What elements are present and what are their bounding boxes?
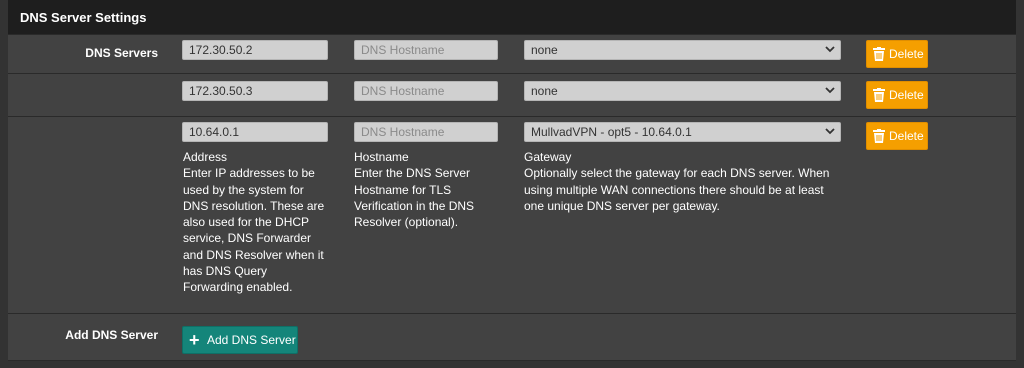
trash-icon: [873, 88, 885, 102]
dns-address-input[interactable]: 172.30.50.2: [182, 40, 328, 60]
panel-title: DNS Server Settings: [20, 10, 147, 25]
trash-icon: [873, 47, 885, 61]
delete-button[interactable]: Delete: [866, 122, 928, 150]
gateway-help-title: Gateway: [524, 150, 572, 164]
dns-hostname-input[interactable]: DNS Hostname: [354, 40, 498, 60]
address-help-line: also used for the DHCP: [183, 215, 310, 230]
hostname-help-line: Verification in the DNS: [354, 198, 475, 213]
chevron-down-icon: [825, 87, 835, 94]
hostname-help-line: Hostname for TLS: [354, 182, 452, 197]
dns-hostname-input[interactable]: DNS Hostname: [354, 81, 498, 101]
address-help-line: Forwarding enabled.: [183, 280, 293, 295]
address-help-line: service, DNS Forwarder: [183, 231, 312, 246]
delete-button[interactable]: Delete: [866, 40, 928, 68]
panel-header: DNS Server Settings: [8, 0, 1016, 35]
dns-server-row: DNS Servers: [8, 34, 1016, 74]
trash-icon: [873, 129, 885, 143]
address-help-title: Address: [183, 150, 228, 164]
gateway-help-line: Optionally select the gateway for each D…: [524, 166, 830, 181]
dns-servers-label: DNS Servers: [85, 46, 158, 60]
address-help: Address Enter IP addresses to be used by…: [183, 149, 343, 296]
add-dns-server-row: Add DNS Server: [8, 313, 1016, 361]
gateway-select[interactable]: none: [524, 40, 841, 60]
delete-button-label: Delete: [889, 129, 924, 143]
chevron-down-icon: [825, 128, 835, 135]
add-dns-server-label: Add DNS Server: [65, 328, 158, 342]
gateway-select[interactable]: MullvadVPN - opt5 - 10.64.0.1: [524, 122, 841, 142]
delete-button[interactable]: Delete: [866, 81, 928, 109]
hostname-help-line: Resolver (optional).: [354, 215, 459, 230]
gateway-select[interactable]: none: [524, 81, 841, 101]
dns-hostname-input[interactable]: DNS Hostname: [354, 122, 498, 142]
delete-button-label: Delete: [889, 47, 924, 61]
gateway-help-line: using multiple WAN connections there sho…: [524, 182, 824, 197]
add-dns-server-button[interactable]: + Add DNS Server: [182, 326, 298, 354]
address-help-line: and DNS Resolver when it: [183, 247, 324, 262]
address-help-line: DNS resolution. These are: [183, 198, 325, 213]
hostname-help-line: Enter the DNS Server: [354, 166, 471, 181]
dns-address-input[interactable]: 10.64.0.1: [182, 122, 328, 142]
gateway-select-value: MullvadVPN - opt5 - 10.64.0.1: [531, 125, 692, 139]
gateway-select-value: none: [531, 43, 558, 57]
chevron-down-icon: [825, 46, 835, 53]
plus-icon: +: [189, 330, 200, 350]
address-help-line: used by the system for: [183, 182, 304, 197]
address-help-line: has DNS Query: [183, 264, 268, 279]
hostname-help: Hostname Enter the DNS Server Hostname f…: [354, 149, 514, 230]
delete-button-label: Delete: [889, 88, 924, 102]
add-dns-server-button-label: Add DNS Server: [207, 333, 296, 347]
hostname-help-title: Hostname: [354, 150, 409, 164]
gateway-help-line: one unique DNS server per gateway.: [524, 198, 720, 213]
gateway-help: Gateway Optionally select the gateway fo…: [524, 149, 854, 214]
dns-server-row: [8, 73, 1016, 117]
gateway-select-value: none: [531, 84, 558, 98]
dns-address-input[interactable]: 172.30.50.3: [182, 81, 328, 101]
address-help-line: Enter IP addresses to be: [183, 166, 315, 181]
